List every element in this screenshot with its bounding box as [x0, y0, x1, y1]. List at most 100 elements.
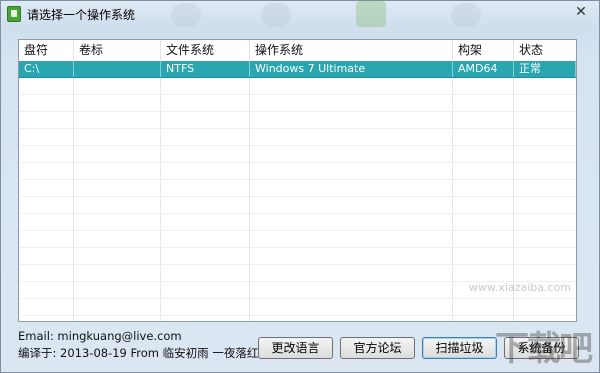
column-header-filesystem[interactable]: 文件系统 [161, 40, 250, 60]
grid-line [249, 146, 250, 162]
empty-row [19, 316, 576, 321]
grid-line [73, 180, 74, 196]
empty-row [19, 112, 576, 129]
grid-line [160, 163, 161, 179]
grid-line [452, 248, 453, 264]
empty-row [19, 248, 576, 265]
grid-line [513, 78, 514, 94]
grid-line [452, 197, 453, 213]
empty-row [19, 180, 576, 197]
grid-line [160, 265, 161, 281]
cell-status: 正常 [514, 61, 576, 77]
grid-line [73, 265, 74, 281]
grid-line [452, 282, 453, 298]
grid-line [73, 78, 74, 94]
grid-line [452, 95, 453, 111]
grid-line [160, 146, 161, 162]
grid-line [73, 231, 74, 247]
faded-trash-icon [356, 1, 386, 27]
grid-line [452, 231, 453, 247]
grid-line [73, 95, 74, 111]
grid-line [452, 265, 453, 281]
empty-row [19, 231, 576, 248]
compiled-text: 编译于: 2013-08-19 From 临安初雨 一夜落红 [18, 346, 259, 360]
list-rows: C:\ NTFS Windows 7 Ultimate AMD64 正常 [19, 61, 576, 78]
grid-line [513, 248, 514, 264]
official-forum-button[interactable]: 官方论坛 [340, 337, 415, 359]
grid-line [73, 163, 74, 179]
empty-row [19, 163, 576, 180]
grid-line [160, 112, 161, 128]
dialog-window: 请选择一个操作系统 ✕ 盘符 卷标 文件系统 操作系统 构架 状态 C:\ NT… [0, 0, 600, 373]
grid-line [452, 112, 453, 128]
grid-line [160, 299, 161, 315]
grid-line [249, 197, 250, 213]
grid-line [513, 112, 514, 128]
cell-filesystem: NTFS [161, 61, 250, 77]
change-language-button[interactable]: 更改语言 [258, 337, 333, 359]
grid-line [160, 231, 161, 247]
empty-row [19, 214, 576, 231]
grid-line [249, 316, 250, 321]
close-button[interactable]: ✕ [571, 3, 591, 21]
grid-line [73, 112, 74, 128]
column-header-status[interactable]: 状态 [514, 40, 576, 60]
empty-row [19, 146, 576, 163]
column-header-drive[interactable]: 盘符 [19, 40, 74, 60]
column-header-arch[interactable]: 构架 [453, 40, 514, 60]
grid-line [452, 316, 453, 321]
grid-line [160, 248, 161, 264]
grid-line [513, 180, 514, 196]
grid-line [249, 265, 250, 281]
email-text: Email: mingkuang@live.com [18, 329, 182, 343]
grid-line [513, 214, 514, 230]
empty-row [19, 265, 576, 282]
faded-gear-icon [451, 3, 481, 27]
column-header-volume[interactable]: 卷标 [74, 40, 161, 60]
grid-line [452, 129, 453, 145]
os-list[interactable]: 盘符 卷标 文件系统 操作系统 构架 状态 C:\ NTFS Windows 7… [18, 39, 577, 322]
grid-line [249, 214, 250, 230]
empty-row [19, 95, 576, 112]
empty-row [19, 78, 576, 95]
grid-line [513, 231, 514, 247]
grid-line [513, 95, 514, 111]
app-icon [7, 6, 21, 22]
grid-line [73, 197, 74, 213]
cell-arch: AMD64 [453, 61, 514, 77]
cell-volume [74, 61, 161, 77]
grid-line [160, 316, 161, 321]
column-header-os[interactable]: 操作系统 [250, 40, 453, 60]
grid-line [73, 129, 74, 145]
grid-line [249, 282, 250, 298]
cell-os: Windows 7 Ultimate [250, 61, 453, 77]
faded-gear-icon [261, 3, 291, 27]
grid-line [513, 146, 514, 162]
empty-row [19, 129, 576, 146]
grid-line [452, 180, 453, 196]
watermark-url: www.xiazaiba.com [468, 281, 571, 294]
grid-line [513, 299, 514, 315]
grid-line [73, 282, 74, 298]
empty-row [19, 299, 576, 316]
grid-line [249, 299, 250, 315]
grid-line [513, 163, 514, 179]
watermark-logo: 下载吧 [495, 329, 593, 369]
title-bar[interactable]: 请选择一个操作系统 ✕ [1, 1, 599, 28]
grid-line [160, 95, 161, 111]
table-row[interactable]: C:\ NTFS Windows 7 Ultimate AMD64 正常 [19, 61, 576, 78]
grid-line [513, 197, 514, 213]
grid-line [160, 180, 161, 196]
grid-line [73, 146, 74, 162]
grid-line [160, 129, 161, 145]
cell-drive: C:\ [19, 61, 74, 77]
grid-line [249, 95, 250, 111]
grid-line [73, 248, 74, 264]
list-header: 盘符 卷标 文件系统 操作系统 构架 状态 [19, 40, 576, 60]
grid-line [73, 214, 74, 230]
grid-line [160, 197, 161, 213]
background-icons [151, 1, 551, 28]
grid-line [249, 180, 250, 196]
scan-junk-button[interactable]: 扫描垃圾 [422, 337, 497, 359]
grid-line [452, 299, 453, 315]
